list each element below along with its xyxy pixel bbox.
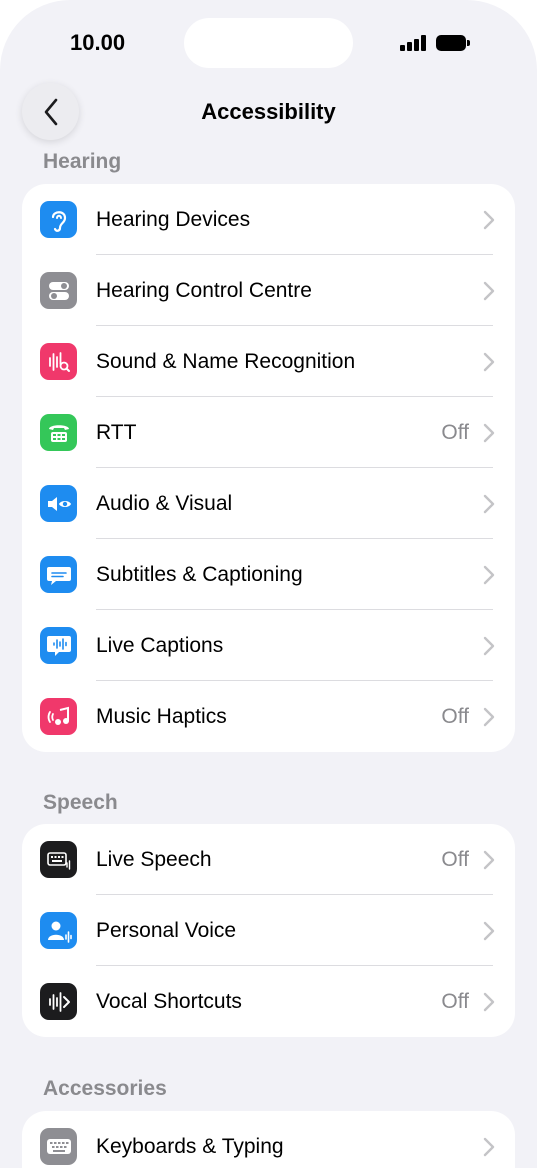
chevron-right-icon	[483, 707, 495, 727]
row-personal-voice[interactable]: Personal Voice	[22, 895, 515, 966]
row-sound-name-recognition[interactable]: Sound & Name Recognition	[22, 326, 515, 397]
keyboard-speech-icon	[40, 841, 77, 878]
chevron-right-icon	[483, 281, 495, 301]
chevron-right-icon	[483, 352, 495, 372]
chevron-right-icon	[483, 565, 495, 585]
speech-group: Live Speech Off Personal Voice Vocal Sho…	[22, 824, 515, 1037]
row-label: Hearing Devices	[96, 207, 251, 231]
music-haptics-icon	[40, 698, 77, 735]
speaker-eye-icon	[40, 485, 77, 522]
row-value: Off	[441, 847, 469, 871]
status-time: 10.00	[70, 30, 126, 55]
row-label: Vocal Shortcuts	[96, 989, 242, 1013]
page-title: Accessibility	[201, 99, 336, 124]
person-voice-icon	[40, 912, 77, 949]
row-label: Audio & Visual	[96, 491, 233, 515]
chevron-right-icon	[483, 494, 495, 514]
keyboard-icon	[40, 1128, 77, 1165]
row-value: Off	[441, 989, 469, 1013]
cellular-signal-icon	[400, 35, 428, 51]
vocal-shortcuts-waveform-icon	[40, 983, 77, 1020]
row-live-speech[interactable]: Live Speech Off	[22, 824, 515, 895]
row-label: Live Captions	[96, 633, 224, 657]
chevron-right-icon	[483, 921, 495, 941]
row-audio-visual[interactable]: Audio & Visual	[22, 468, 515, 539]
row-label: Music Haptics	[96, 704, 227, 728]
row-label: Subtitles & Captioning	[96, 562, 303, 586]
section-header-hearing: Hearing	[43, 150, 122, 173]
phone-screen: 10.00 Accessibility Hearing Hearing Devi…	[0, 0, 537, 1168]
chevron-right-icon	[483, 850, 495, 870]
row-live-captions[interactable]: Live Captions	[22, 610, 515, 681]
toggle-switches-icon	[40, 272, 77, 309]
dynamic-island	[184, 18, 353, 68]
row-rtt[interactable]: RTT Off	[22, 397, 515, 468]
row-value: Off	[441, 420, 469, 444]
row-subtitles-captioning[interactable]: Subtitles & Captioning	[22, 539, 515, 610]
row-keyboards-typing[interactable]: Keyboards & Typing	[22, 1111, 515, 1168]
row-hearing-devices[interactable]: Hearing Devices	[22, 184, 515, 255]
sound-recognition-icon	[40, 343, 77, 380]
row-vocal-shortcuts[interactable]: Vocal Shortcuts Off	[22, 966, 515, 1037]
row-music-haptics[interactable]: Music Haptics Off	[22, 681, 515, 752]
chevron-right-icon	[483, 992, 495, 1012]
section-header-speech: Speech	[43, 791, 118, 814]
row-label: Sound & Name Recognition	[96, 349, 356, 373]
row-label: Keyboards & Typing	[96, 1134, 284, 1158]
row-label: Personal Voice	[96, 918, 237, 942]
chevron-right-icon	[483, 423, 495, 443]
row-label: Hearing Control Centre	[96, 278, 312, 302]
chevron-right-icon	[483, 1137, 495, 1157]
battery-icon	[436, 35, 470, 51]
subtitles-bubble-icon	[40, 556, 77, 593]
row-value: Off	[441, 704, 469, 728]
section-header-accessories: Accessories	[43, 1077, 167, 1100]
row-label: Live Speech	[96, 847, 212, 871]
accessories-group: Keyboards & Typing	[22, 1111, 515, 1168]
chevron-right-icon	[483, 210, 495, 230]
tty-phone-icon	[40, 414, 77, 451]
live-captions-bubble-icon	[40, 627, 77, 664]
ear-icon	[40, 201, 77, 238]
row-label: RTT	[96, 420, 137, 444]
row-hearing-control-centre[interactable]: Hearing Control Centre	[22, 255, 515, 326]
hearing-group: Hearing Devices Hearing Control Centre S…	[22, 184, 515, 752]
chevron-right-icon	[483, 636, 495, 656]
